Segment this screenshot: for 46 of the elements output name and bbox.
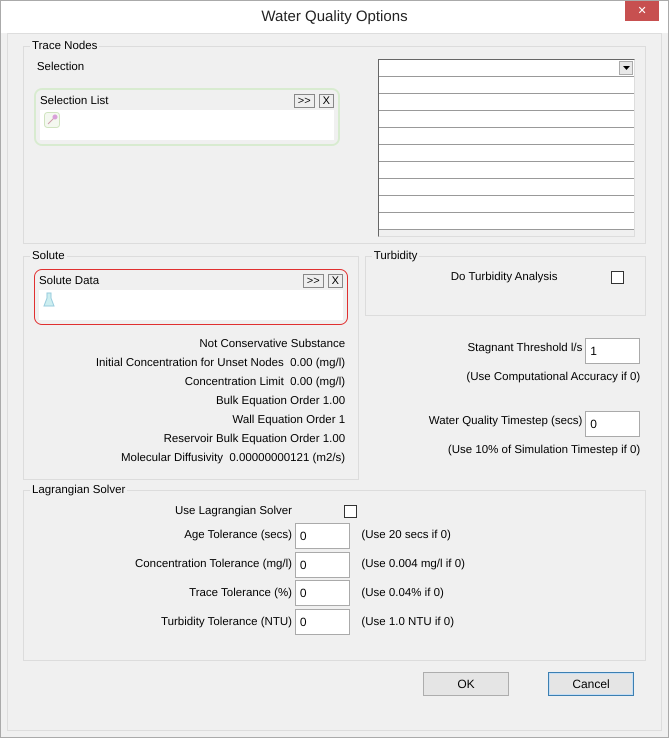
clear-button[interactable]: X	[328, 274, 343, 288]
field-label: Stagnant Threshold l/s	[468, 341, 582, 356]
hint-text: (Use 1.0 NTU if 0)	[361, 614, 454, 630]
info-text: Molecular Diffusivity 0.00000000121 (m2/s)	[120, 451, 346, 466]
close-button[interactable]: ✕	[625, 1, 659, 21]
number-field[interactable]: 0	[294, 522, 350, 549]
hint-text: (Use 0.004 mg/l if 0)	[361, 556, 465, 572]
info-text: Initial Concentration for Unset Nodes 0.00 (mg/l)	[96, 356, 346, 372]
field-label: Concentration Tolerance (mg/l)	[134, 556, 292, 572]
add-button[interactable]: >>	[294, 94, 315, 108]
info-text: Bulk Equation Order 1.00	[216, 394, 346, 410]
dialog-button[interactable]: OK	[423, 672, 509, 696]
group-label: Solute	[30, 248, 67, 262]
number-field[interactable]: 0	[294, 580, 350, 606]
number-field[interactable]: 0	[294, 552, 350, 578]
hint-text: (Use Computational Accuracy if 0)	[466, 370, 640, 386]
pin-icon	[44, 112, 60, 130]
field-label: Water Quality Timestep (secs)	[428, 414, 582, 430]
window-title: Water Quality Options	[261, 6, 408, 27]
info-text: Not Conservative Substance	[199, 337, 346, 352]
info-text: Reservoir Bulk Equation Order 1.00	[164, 432, 346, 448]
checkbox-label: Use Lagrangian Solver	[174, 504, 292, 518]
field-label: Trace Tolerance (%)	[188, 586, 292, 601]
info-text: Concentration Limit 0.00 (mg/l)	[184, 375, 346, 390]
clear-button[interactable]: X	[318, 94, 334, 108]
field-label: Selection	[36, 60, 86, 75]
checkbox-label: Do Turbidity Analysis	[450, 270, 558, 284]
field-label: Age Tolerance (secs)	[183, 528, 292, 543]
dropdown-field[interactable]	[379, 60, 634, 77]
lagrangian-checkbox[interactable]	[344, 504, 357, 518]
hint-text: (Use 0.04% if 0)	[361, 586, 444, 601]
field-label: Turbidity Tolerance (NTU)	[160, 614, 292, 630]
flask-icon	[43, 292, 55, 310]
number-field[interactable]: 0	[585, 410, 640, 436]
turbidity-checkbox[interactable]	[610, 270, 624, 284]
hint-text: (Use 20 secs if 0)	[361, 528, 451, 543]
panel-title: Solute Data	[39, 274, 100, 288]
group-label: Turbidity	[372, 248, 420, 262]
info-text: Wall Equation Order 1	[232, 413, 346, 428]
number-field[interactable]: 1	[585, 338, 640, 364]
panel-title: Selection List	[40, 94, 110, 109]
hint-text: (Use 10% of Simulation Timestep if 0)	[448, 443, 640, 458]
dialog-button[interactable]: Cancel	[548, 672, 634, 696]
add-button[interactable]: >>	[302, 274, 324, 288]
group-label: Lagrangian Solver	[30, 482, 128, 496]
number-field[interactable]: 0	[294, 609, 350, 636]
